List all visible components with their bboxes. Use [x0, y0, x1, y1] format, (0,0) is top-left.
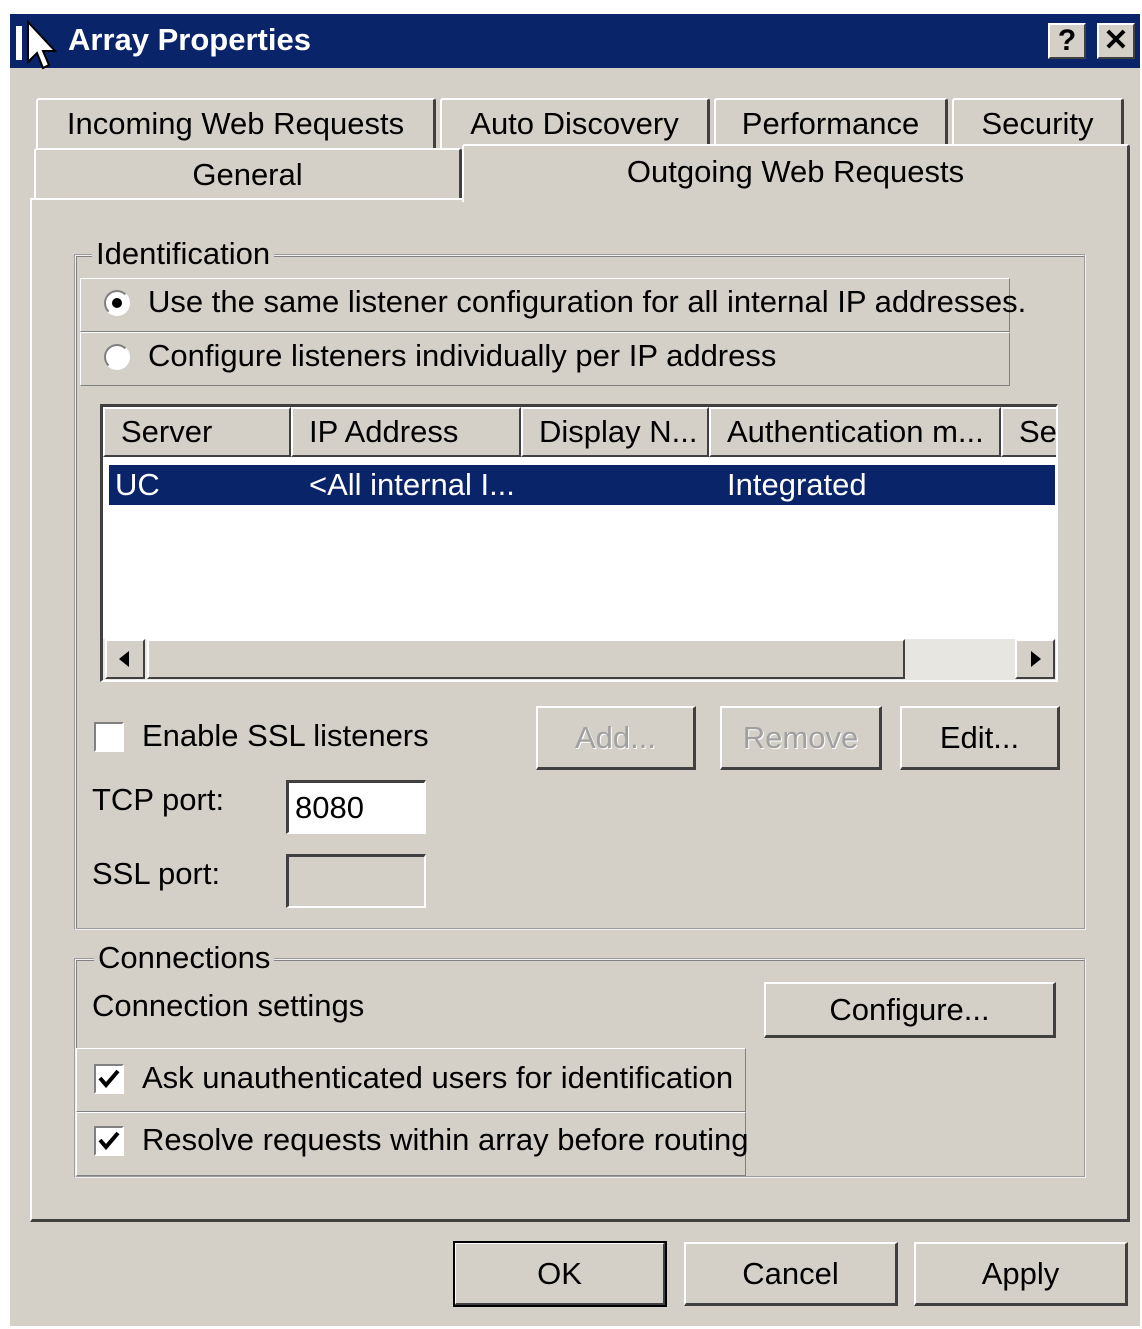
tab-label: Security: [981, 106, 1094, 141]
radio-dot: [112, 298, 122, 308]
arrow-left-icon: [119, 651, 129, 667]
column-header-authentication[interactable]: Authentication m...: [709, 407, 1001, 457]
ok-button[interactable]: OK: [453, 1241, 667, 1307]
enable-ssl-checkbox[interactable]: [94, 722, 124, 752]
help-button[interactable]: ?: [1048, 23, 1086, 59]
scroll-right-button[interactable]: [1015, 639, 1055, 679]
ask-unauthenticated-checkbox[interactable]: [94, 1064, 124, 1094]
scroll-thumb[interactable]: [147, 639, 905, 679]
resolve-requests-checkbox[interactable]: [94, 1126, 124, 1156]
scroll-left-button[interactable]: [105, 639, 145, 679]
radio-individual-config[interactable]: [104, 344, 130, 370]
tab-label: Incoming Web Requests: [66, 106, 405, 141]
ssl-port-label: SSL port:: [92, 856, 221, 891]
add-button[interactable]: Add...: [536, 706, 696, 770]
tab-general[interactable]: General: [34, 148, 462, 200]
connection-settings-label: Connection settings: [92, 988, 365, 1023]
tab-label: Auto Discovery: [470, 106, 679, 141]
checkmark-icon: [98, 1131, 120, 1151]
ask-unauthenticated-label[interactable]: Ask unauthenticated users for identifica…: [142, 1060, 733, 1096]
column-header-se[interactable]: Se: [1001, 407, 1056, 457]
remove-button[interactable]: Remove: [720, 706, 882, 770]
tab-label: Outgoing Web Requests: [626, 154, 965, 189]
enable-ssl-label[interactable]: Enable SSL listeners: [142, 718, 429, 754]
ssl-port-input[interactable]: [286, 854, 426, 908]
tab-label: Performance: [741, 106, 920, 141]
column-header-server[interactable]: Server: [103, 407, 291, 457]
connections-group-title: Connections: [94, 940, 275, 976]
tcp-port-label: TCP port:: [92, 782, 225, 817]
apply-button[interactable]: Apply: [914, 1242, 1128, 1306]
checkmark-icon: [98, 1069, 120, 1089]
tcp-port-input[interactable]: 8080: [286, 780, 426, 834]
tab-outgoing-web-requests[interactable]: Outgoing Web Requests: [462, 144, 1130, 202]
table-row[interactable]: [109, 465, 1055, 505]
close-button[interactable]: ✕: [1097, 23, 1135, 59]
resolve-requests-label[interactable]: Resolve requests within array before rou…: [142, 1122, 749, 1158]
radio-same-config[interactable]: [104, 290, 130, 316]
tab-auto-discovery[interactable]: Auto Discovery: [440, 98, 710, 148]
edit-button[interactable]: Edit...: [900, 706, 1060, 770]
tab-incoming-web-requests[interactable]: Incoming Web Requests: [36, 98, 436, 148]
arrow-right-icon: [1031, 651, 1041, 667]
window-title: Array Properties: [68, 22, 311, 57]
tab-security[interactable]: Security: [952, 98, 1124, 148]
listeners-list[interactable]: Server IP Address Display N... Authentic…: [100, 404, 1058, 682]
tab-performance[interactable]: Performance: [714, 98, 948, 148]
configure-button[interactable]: Configure...: [764, 982, 1056, 1038]
cell-ip-address: <All internal I...: [309, 467, 515, 502]
cell-server: UC: [115, 467, 160, 502]
help-icon: ?: [1057, 24, 1077, 57]
cancel-button[interactable]: Cancel: [684, 1242, 898, 1306]
identification-group-title: Identification: [92, 236, 275, 272]
column-header-display-name[interactable]: Display N...: [521, 407, 709, 457]
mouse-cursor-icon: [14, 18, 60, 79]
radio-same-config-label[interactable]: Use the same listener configuration for …: [148, 284, 1026, 320]
column-header-ip-address[interactable]: IP Address: [291, 407, 521, 457]
radio-individual-config-label[interactable]: Configure listeners individually per IP …: [148, 338, 776, 374]
cell-authentication: Integrated: [727, 467, 867, 502]
close-icon: ✕: [1103, 24, 1129, 57]
tab-label: General: [192, 157, 303, 192]
